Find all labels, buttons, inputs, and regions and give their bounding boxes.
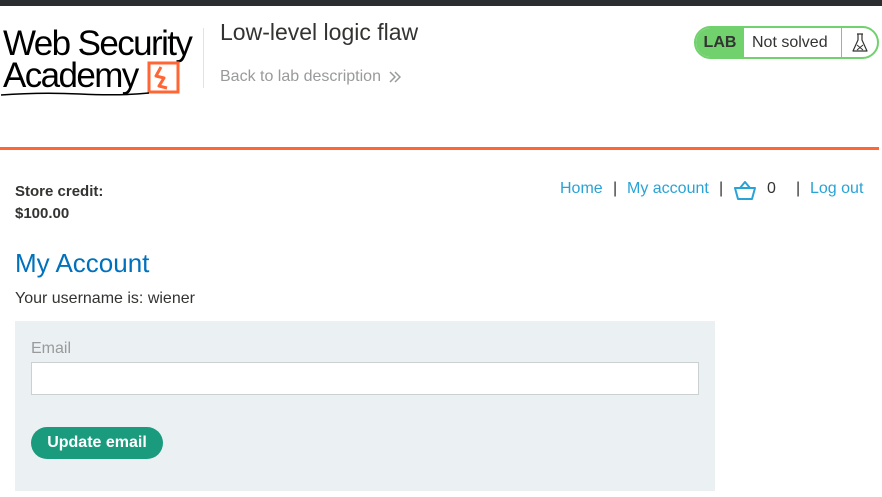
email-field[interactable] [31, 362, 699, 395]
nav-separator: | [796, 180, 801, 197]
update-email-form: Email Update email [15, 321, 715, 491]
nav-home-link[interactable]: Home [560, 180, 603, 198]
lab-title: Low-level logic flaw [220, 19, 419, 45]
nav-separator: | [613, 180, 618, 197]
page-title: My Account [15, 248, 150, 278]
logo-underline-icon [0, 92, 150, 96]
lab-status-text: Not solved [752, 33, 828, 51]
top-bar [0, 0, 882, 6]
lab-status-widget: LAB Not solved [694, 26, 879, 59]
nav-my-account-link[interactable]: My account [627, 180, 709, 198]
nav-log-out-link[interactable]: Log out [810, 180, 863, 198]
lab-badge: LAB [696, 28, 744, 57]
store-credit-value: $100.00 [15, 205, 70, 222]
double-chevron-right-icon [389, 71, 401, 83]
username-text: Your username is: wiener [15, 290, 195, 307]
logo-mark-icon [147, 61, 180, 94]
top-nav: Home | My account | 0 | Log out [0, 180, 882, 202]
logo-text-line2: Academy [3, 56, 139, 95]
header-divider [203, 28, 204, 88]
cart-icon[interactable] [734, 181, 756, 206]
flask-icon [841, 28, 877, 57]
header-orange-rule [0, 147, 879, 150]
cart-count[interactable]: 0 [767, 180, 776, 198]
update-email-button[interactable]: Update email [31, 427, 163, 459]
back-to-lab-description-link[interactable]: Back to lab description [220, 68, 401, 86]
web-security-academy-logo[interactable]: Web Security Academy [0, 26, 200, 98]
email-label: Email [31, 340, 72, 357]
back-link-label: Back to lab description [220, 68, 381, 85]
nav-separator: | [719, 180, 724, 197]
